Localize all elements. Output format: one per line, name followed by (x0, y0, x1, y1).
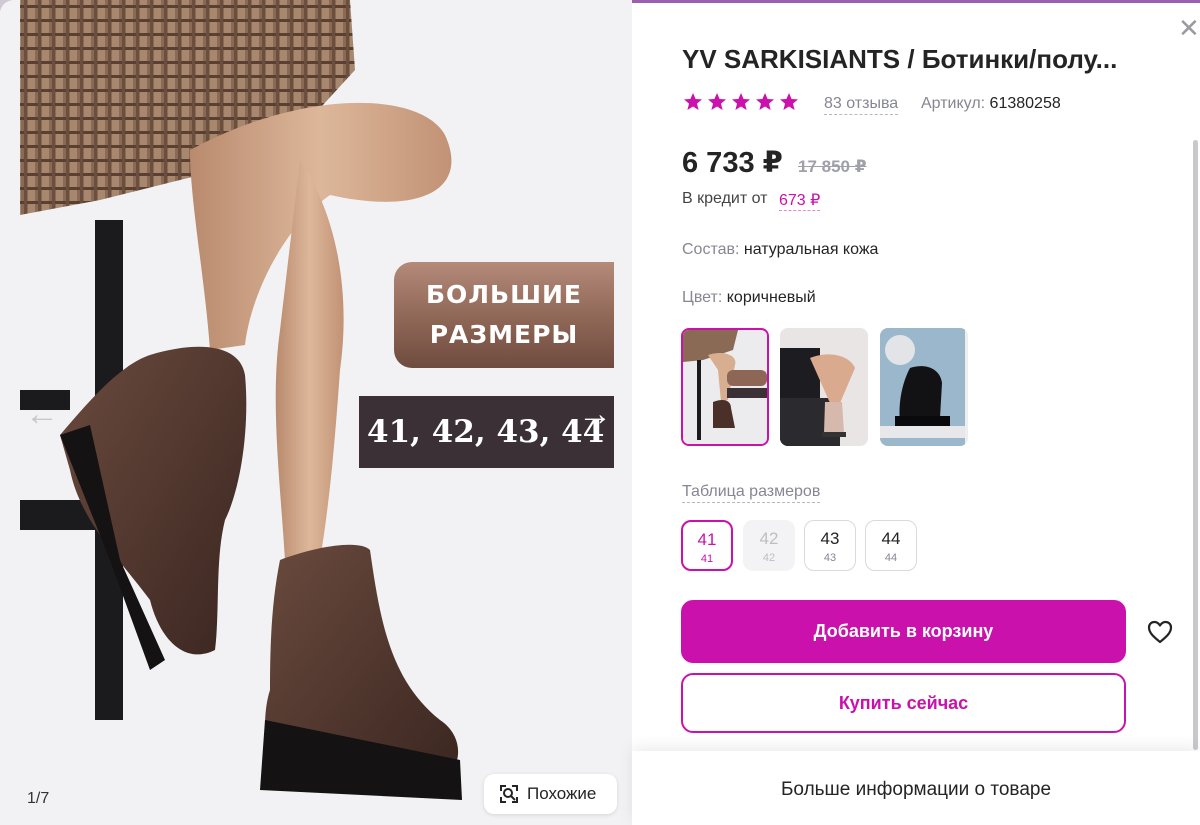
image-search-icon (500, 785, 518, 803)
promo-line2: РАЗМЕРЫ (429, 320, 579, 349)
promo-line1: БОЛЬШИЕ (425, 280, 582, 309)
star-icon (780, 93, 798, 110)
size-ru-label: 41 (700, 553, 714, 565)
buy-now-button[interactable]: Купить сейчас (681, 673, 1126, 733)
favorite-button[interactable] (1145, 617, 1175, 647)
size-chart-link[interactable]: Таблица размеров (682, 483, 821, 503)
more-info-button[interactable]: Больше информации о товаре (632, 751, 1200, 825)
star-icon (732, 93, 750, 110)
credit-link[interactable]: 673 ₽ (779, 190, 821, 211)
article-label: Артикул: (921, 95, 986, 112)
heart-icon (1147, 620, 1173, 644)
size-option-42[interactable]: 42 42 (743, 520, 795, 571)
size-label: 44 (881, 529, 901, 548)
close-icon[interactable]: ✕ (1178, 14, 1200, 42)
similar-button[interactable]: Похожие (484, 774, 617, 814)
reviews-link[interactable]: 83 отзыва (824, 95, 899, 115)
promo-badge: БОЛЬШИЕ РАЗМЕРЫ (394, 262, 614, 368)
gallery-counter: 1/7 (27, 790, 50, 807)
size-option-44[interactable]: 44 44 (865, 520, 917, 571)
color-thumb-brown[interactable] (681, 328, 769, 446)
star-icon (756, 93, 774, 110)
similar-label: Похожие (527, 784, 597, 803)
star-icon (684, 93, 702, 110)
add-to-cart-button[interactable]: Добавить в корзину (681, 600, 1126, 663)
product-modal: БОЛЬШИЕ РАЗМЕРЫ 41, 42, 43, 44 ← → 1/7 П… (0, 0, 1200, 825)
size-option-41[interactable]: 41 41 (681, 520, 733, 571)
color-value: коричневый (726, 289, 816, 306)
color-thumb-black[interactable] (880, 328, 968, 446)
current-price: 6 733 ₽ (682, 147, 783, 179)
credit-label: В кредит от (682, 190, 768, 207)
size-ru-label: 43 (823, 552, 837, 564)
article-value: 61380258 (989, 95, 1061, 112)
product-title: YV SARKISIANTS / Ботинки/полу... (682, 44, 1118, 74)
composition-value: натуральная кожа (743, 241, 879, 258)
scrollbar[interactable] (1193, 140, 1198, 750)
arrow-right-icon[interactable]: → (575, 396, 615, 436)
article-number: Артикул: 61380258 (921, 95, 1061, 113)
size-label: 41 (697, 530, 717, 549)
star-icon (708, 93, 726, 110)
size-label: 43 (820, 529, 840, 548)
old-price: 17 850 ₽ (798, 157, 867, 176)
color-thumb-beige[interactable] (780, 328, 868, 446)
rating-stars (683, 92, 799, 112)
size-option-43[interactable]: 43 43 (804, 520, 856, 571)
color-label: Цвет: (682, 289, 723, 306)
size-ru-label: 44 (884, 552, 898, 564)
arrow-left-icon[interactable]: ← (22, 396, 62, 436)
color-info: Цвет: коричневый (682, 289, 816, 307)
size-ru-label: 42 (762, 552, 776, 564)
product-gallery[interactable]: БОЛЬШИЕ РАЗМЕРЫ 41, 42, 43, 44 ← → 1/7 П… (0, 0, 632, 825)
composition: Состав: натуральная кожа (682, 241, 878, 259)
size-label: 42 (759, 529, 779, 548)
composition-label: Состав: (682, 241, 740, 258)
